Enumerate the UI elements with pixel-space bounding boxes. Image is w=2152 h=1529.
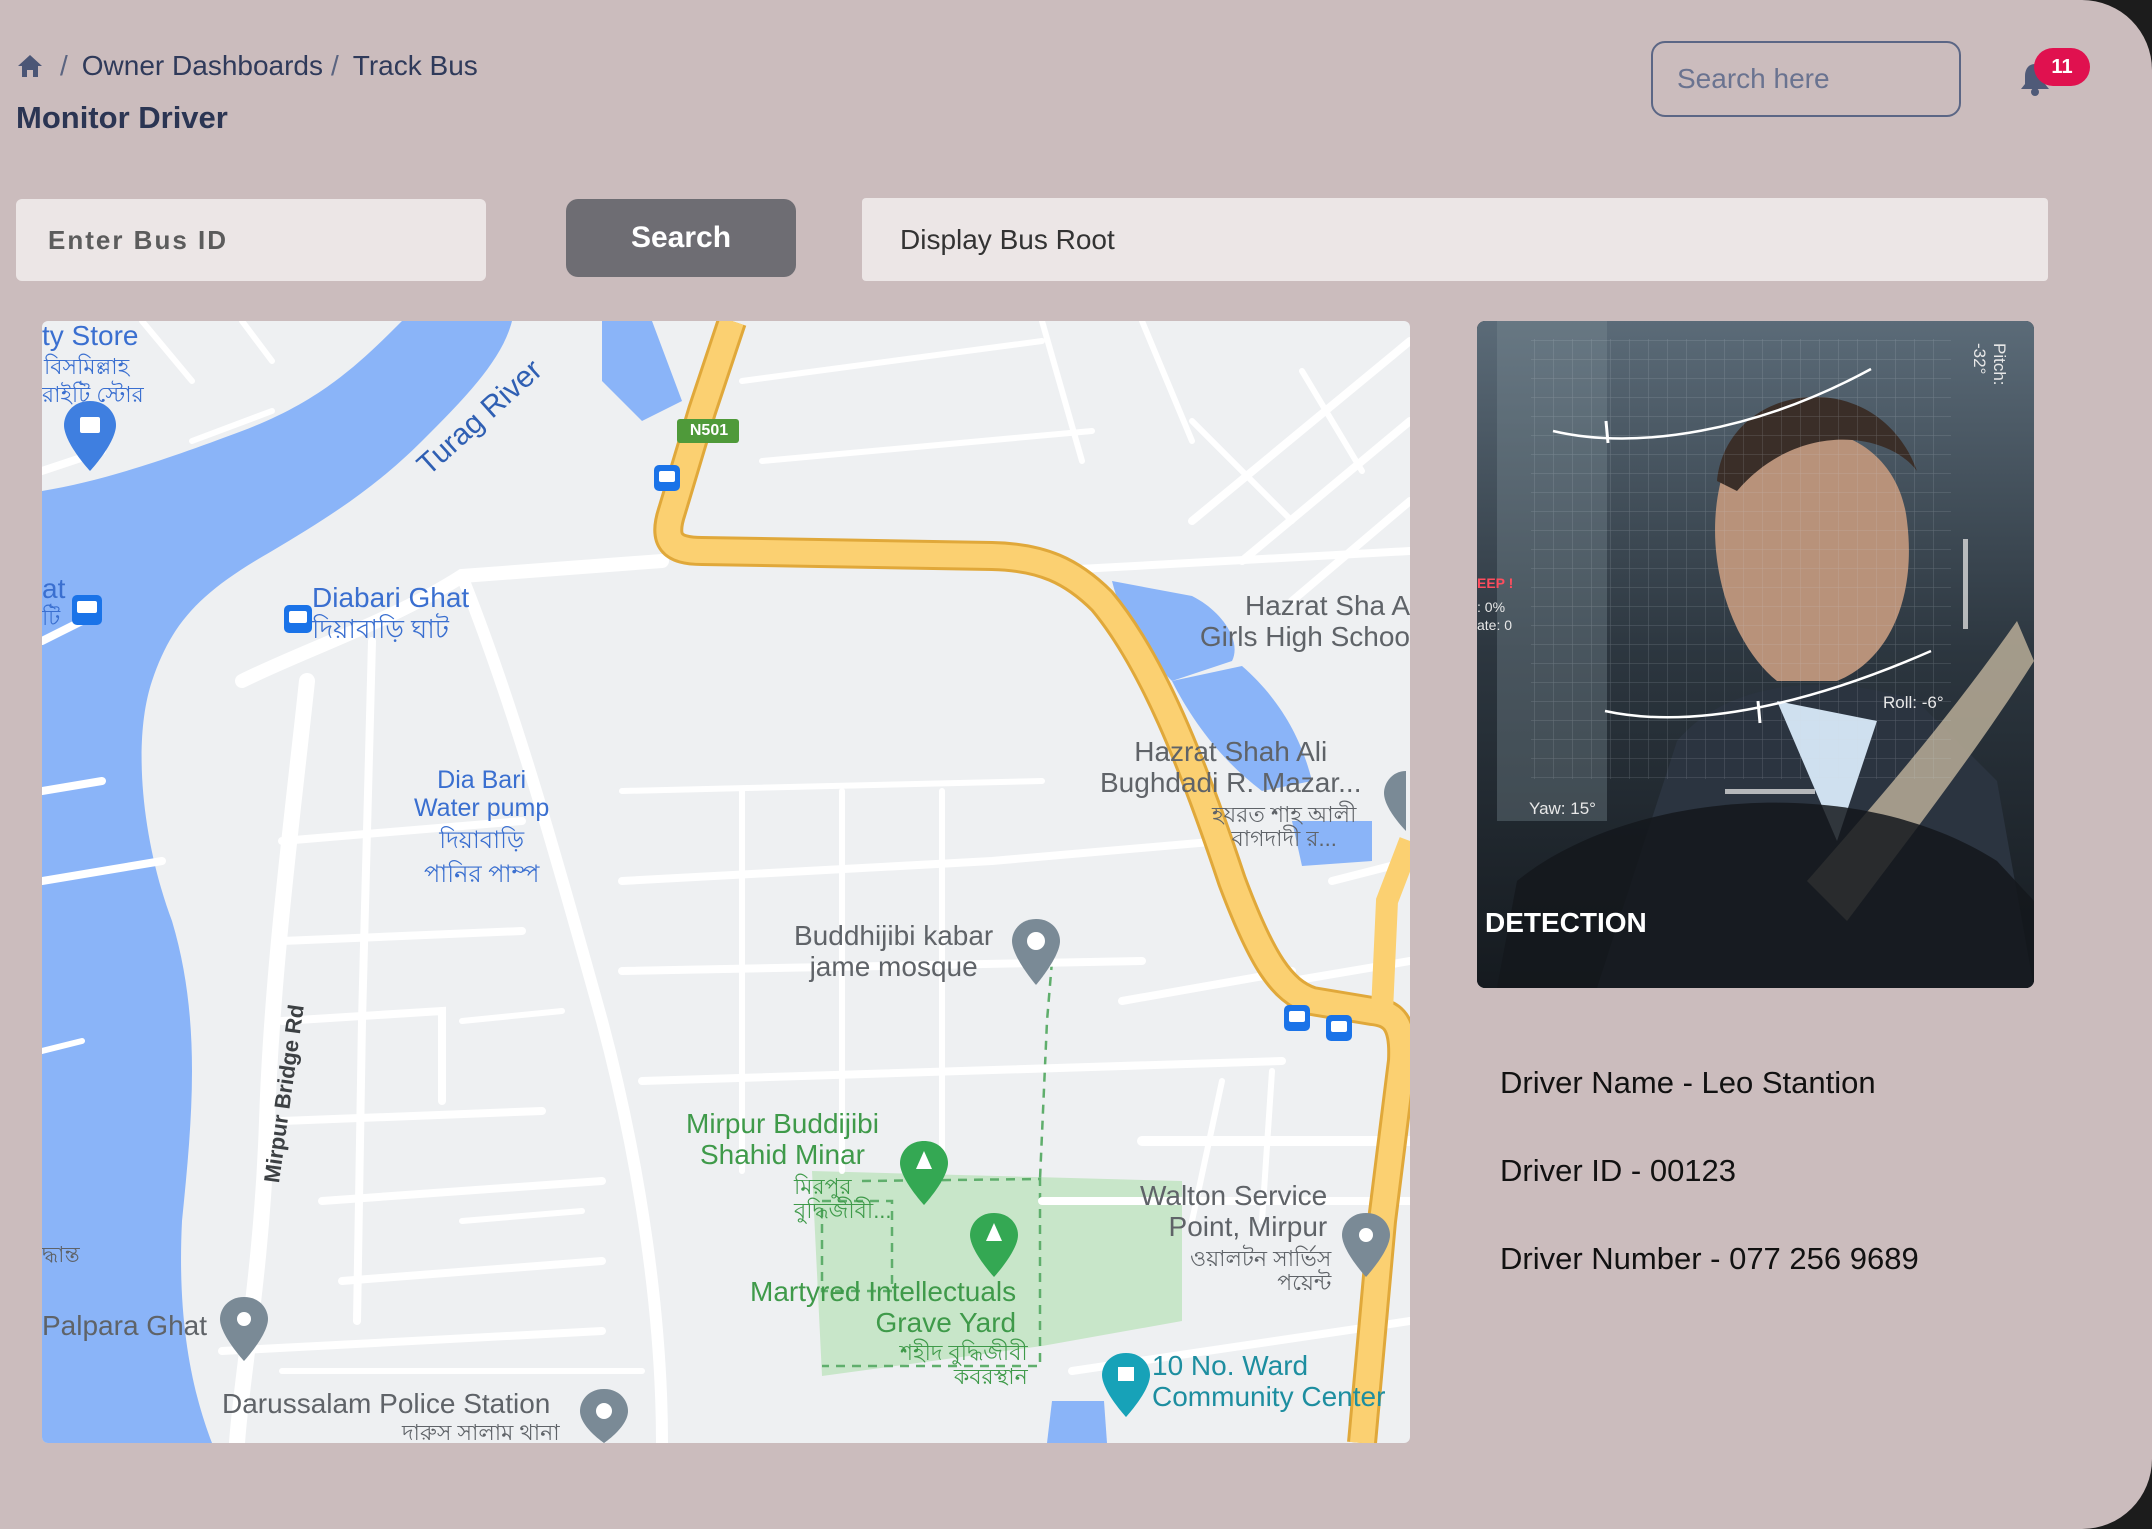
breadcrumb-item-owner-dashboards[interactable]: Owner Dashboards bbox=[82, 50, 323, 82]
map-label-palpara-bn: দ্ধান্ত bbox=[42, 1242, 80, 1267]
breadcrumb-item-track-bus[interactable]: Track Bus bbox=[353, 50, 478, 82]
map-label-diabari-ghat: Diabari Ghat bbox=[312, 582, 470, 613]
driver-info: Driver Name - Leo Stantion Driver ID - 0… bbox=[1500, 1065, 1919, 1329]
map-label-grave: Martyred Intellectuals Grave Yard bbox=[750, 1276, 1017, 1338]
map-label-walton: Walton Service Point, Mirpur bbox=[1140, 1180, 1328, 1242]
app-window: / Owner Dashboards / Track Bus Monitor D… bbox=[0, 0, 2152, 1529]
map-label-mazar-bn: হযরত শাহ আলী বাগদাদী র... bbox=[1212, 802, 1357, 852]
map-label-ward: 10 No. Ward Community Center bbox=[1152, 1350, 1386, 1412]
map-label-walton-bn: ওয়ালটন সার্ভিস পয়েন্ট bbox=[1190, 1246, 1332, 1296]
roll-readout: Roll: -6° bbox=[1883, 693, 1944, 712]
police-pin-icon[interactable] bbox=[580, 1389, 628, 1443]
detection-stat: ate: 0 bbox=[1477, 617, 1513, 633]
map-label-mosque: Buddhijibi kabar jame mosque bbox=[794, 920, 994, 982]
yaw-readout: Yaw: 15° bbox=[1529, 799, 1596, 818]
bus-stop-icon[interactable] bbox=[72, 595, 102, 625]
mosque-pin-icon[interactable] bbox=[1384, 771, 1406, 831]
map-label-diabari-ghat-bn: দিয়াবাড়ি ঘাট bbox=[312, 614, 449, 644]
community-pin-icon[interactable] bbox=[1102, 1353, 1150, 1417]
detection-stat: : 0% bbox=[1477, 599, 1506, 615]
map-label-grave-bn: শহীদ বুদ্ধিজীবী কবরস্থান bbox=[900, 1340, 1028, 1390]
pond bbox=[1047, 1401, 1107, 1443]
bus-stop-icon[interactable] bbox=[284, 605, 312, 633]
map-label-store-bn: বিসমিল্লাহ bbox=[44, 354, 130, 379]
map-label-palpara: Palpara Ghat bbox=[42, 1310, 207, 1341]
driver-number: Driver Number - 077 256 9689 bbox=[1500, 1241, 1919, 1276]
detection-illustration bbox=[1477, 321, 2034, 988]
breadcrumb-separator: / bbox=[331, 50, 339, 81]
home-icon[interactable] bbox=[16, 53, 44, 79]
driver-id: Driver ID - 00123 bbox=[1500, 1153, 1737, 1188]
map-label-road-badge: N501 bbox=[689, 422, 729, 439]
page-title: Monitor Driver bbox=[16, 100, 228, 135]
map-label-water-pump-bn: দিয়াবাড়ি পানির পাম্প bbox=[424, 827, 540, 888]
map-label-minar-bn: মিরপুর বুদ্ধিজীবী... bbox=[794, 1174, 892, 1224]
map-label-store: ty Store bbox=[42, 321, 139, 351]
search-button[interactable]: Search bbox=[566, 199, 796, 277]
bus-id-input[interactable] bbox=[16, 199, 486, 281]
sleep-alert: EEP ! bbox=[1477, 575, 1514, 591]
map-label-water-pump: Dia Bari Water pump bbox=[414, 766, 550, 822]
map-label-school-text: Hazrat Sha A Girls High Schoo bbox=[1199, 591, 1410, 652]
driver-name: Driver Name - Leo Stantion bbox=[1500, 1065, 1876, 1100]
bus-route-map[interactable]: ty Store বিসমিল্লাহ রাইটি স্টোর Turag Ri… bbox=[42, 321, 1410, 1443]
map-label-police: Darussalam Police Station bbox=[222, 1388, 551, 1419]
river-branch bbox=[602, 321, 682, 421]
notification-badge: 11 bbox=[2034, 48, 2090, 86]
map-label-minar: Mirpur Buddijibi Shahid Minar bbox=[686, 1108, 879, 1170]
bus-stop-icon[interactable] bbox=[1326, 1015, 1352, 1041]
pitch-readout: Pitch: -32° bbox=[1970, 343, 2009, 386]
map-label-mazar: Hazrat Shah Ali Bughdadi R. Mazar... bbox=[1100, 736, 1362, 798]
map-label-ghat-left-bn: টি bbox=[42, 605, 61, 630]
bus-stop-icon[interactable] bbox=[654, 465, 680, 491]
map-label-school: Hazrat Sha A Girls High Schoo bbox=[1190, 591, 1410, 653]
breadcrumb: / Owner Dashboards / Track Bus bbox=[16, 50, 478, 82]
driver-detection-feed: Pitch: -32° Roll: -6° Yaw: 15° EEP ! : 0… bbox=[1477, 321, 2034, 988]
detection-label: DETECTION bbox=[1485, 907, 1647, 938]
search-input[interactable] bbox=[1651, 41, 1961, 117]
map-label-ghat-left: at bbox=[42, 573, 66, 604]
breadcrumb-separator: / bbox=[60, 50, 68, 81]
bus-root-label: Display Bus Root bbox=[900, 223, 1115, 255]
map-label-police-bn: দারুস সালাম থানা bbox=[402, 1420, 560, 1443]
bus-root-display: Display Bus Root bbox=[862, 198, 2048, 281]
mosque-pin-icon[interactable] bbox=[1012, 919, 1060, 985]
bus-stop-icon[interactable] bbox=[1284, 1005, 1310, 1031]
map-label-store-bn: রাইটি স্টোর bbox=[42, 382, 144, 407]
